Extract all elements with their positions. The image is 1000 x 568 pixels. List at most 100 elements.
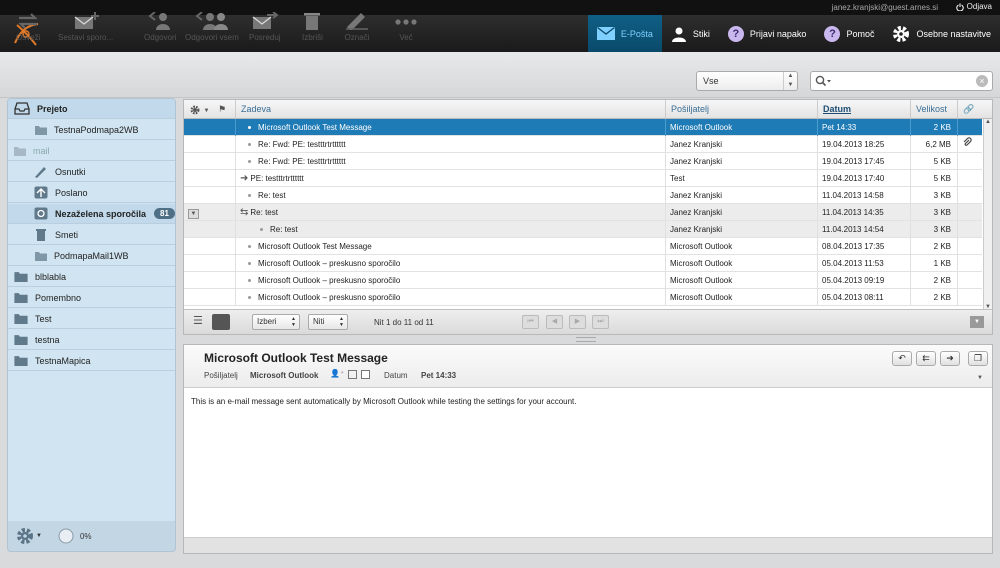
preview-toggle-icon[interactable] — [212, 314, 230, 330]
sidebar-item-testna[interactable]: testna — [8, 330, 175, 350]
search-input[interactable] — [833, 74, 973, 88]
column-from[interactable]: Pošiljatelj — [666, 100, 818, 118]
first-page-button[interactable]: ⏮ — [522, 315, 539, 329]
preview-header: Microsoft Outlook Test Message Pošiljate… — [184, 345, 992, 388]
list-view-icon[interactable]: ☰ — [193, 316, 203, 327]
thread-collapse-icon[interactable]: ▼ — [188, 209, 199, 219]
list-scrollbar[interactable]: ▲ ▼ — [983, 119, 992, 310]
nav-contacts-label: Stiki — [692, 28, 710, 39]
clear-search-icon[interactable]: × — [976, 75, 988, 87]
reply-button[interactable]: ↶ — [892, 351, 912, 366]
refresh-button[interactable]: Osveži — [16, 12, 40, 42]
attachment-icon — [958, 136, 982, 153]
column-date[interactable]: Datum — [818, 100, 911, 118]
row-from: Janez Kranjski — [666, 136, 818, 153]
chevron-up-icon[interactable]: ▲ — [985, 119, 991, 125]
select-arrows-icon: ▲ ▼ — [339, 316, 344, 328]
table-row[interactable]: Microsoft Outlook Test Message Microsoft… — [184, 238, 982, 255]
reply-all-button[interactable]: Odgovori vsem — [185, 12, 239, 42]
table-row[interactable]: Re: Fwd: PE: testttrtrtttttt Janez Kranj… — [184, 136, 982, 153]
filter-select[interactable]: Vse ▲ ▼ — [696, 71, 798, 91]
table-row[interactable]: Re: test Janez Kranjski 11.04.2013 14:54… — [184, 221, 982, 238]
compose-button[interactable]: Sestavi sporo... — [58, 12, 113, 42]
row-size: 3 KB — [911, 204, 958, 221]
nav-help[interactable]: ? Pomoč — [815, 15, 883, 52]
user-email: janez.kranjski@guest.arnes.si — [831, 3, 938, 12]
nav-report-bug[interactable]: ? Prijavi napako — [719, 15, 816, 52]
paperclip-icon: 🔗 — [963, 104, 975, 114]
forward-button[interactable]: Posreduj — [249, 12, 281, 42]
folder-settings-button[interactable]: ▼ — [16, 527, 42, 545]
quota-value: 0% — [79, 531, 92, 541]
prev-page-button[interactable]: ◀ — [546, 315, 563, 329]
sidebar-item-testnamapica[interactable]: TestnaMapica — [8, 351, 175, 371]
sidebar-item-mail[interactable]: mail — [8, 141, 175, 161]
sidebar-item-sent[interactable]: Poslano — [8, 183, 175, 203]
reply-all-button[interactable]: ⇇ — [916, 351, 936, 366]
sidebar-item-drafts[interactable]: Osnutki — [8, 162, 175, 182]
column-subject[interactable]: Zadeva — [236, 100, 666, 118]
table-row[interactable]: Microsoft Outlook – preskusno sporočilo … — [184, 272, 982, 289]
table-row[interactable]: Microsoft Outlook Test Message Microsoft… — [184, 119, 982, 136]
search-icon[interactable] — [815, 75, 831, 87]
contact-info-icon[interactable] — [361, 370, 370, 379]
delete-button[interactable]: Izbriši — [302, 12, 323, 42]
table-row[interactable]: ▼ ⇆ Re: test Janez Kranjski 11.04.2013 14… — [184, 204, 982, 221]
row-size: 5 KB — [911, 153, 958, 170]
sidebar-footer: ▼ 0% — [7, 521, 176, 552]
logout-button[interactable]: Odjava — [955, 2, 992, 11]
sidebar-item-podmapamail1wb[interactable]: PodmapaMail1WB — [8, 246, 175, 266]
row-date: 19.04.2013 17:45 — [818, 153, 911, 170]
contact-card-icon[interactable] — [348, 370, 357, 379]
chevron-down-icon[interactable]: ▼ — [977, 375, 983, 381]
forward-icon — [252, 12, 279, 29]
list-options-header[interactable]: ▼ ⚑ — [184, 100, 236, 118]
forward-button[interactable]: ➜ — [940, 351, 960, 366]
table-row[interactable]: ➜ PE: testttrtrtttttt Test 19.04.2013 17:… — [184, 170, 982, 187]
table-row[interactable]: Microsoft Outlook – preskusno sporočilo … — [184, 255, 982, 272]
sidebar-item-pomembno[interactable]: Pomembno — [8, 288, 175, 308]
select-dropdown[interactable]: Izberi ▲ ▼ — [252, 314, 300, 330]
nav-contacts[interactable]: Stiki — [662, 15, 719, 52]
next-page-button[interactable]: ▶ — [569, 315, 586, 329]
sidebar-item-testnapodmapa2wb[interactable]: TestnaPodmapa2WB — [8, 120, 175, 140]
column-attachment[interactable]: 🔗 — [958, 100, 992, 118]
sidebar-item-test[interactable]: Test — [8, 309, 175, 329]
add-contact-icon[interactable]: 👤⁺ — [330, 369, 344, 378]
trash-icon — [36, 229, 46, 241]
reply-icon — [148, 12, 171, 30]
expand-list-icon[interactable]: ▼ — [970, 316, 984, 328]
replied-forwarded-icon: ⇆ — [240, 207, 249, 218]
row-date: 05.04.2013 08:11 — [818, 289, 911, 306]
chevron-down-icon: ▼ — [36, 533, 42, 539]
table-row[interactable]: Re: Fwd: PE: testttrtrtttttt Janez Kranj… — [184, 153, 982, 170]
inbox-icon — [14, 102, 30, 115]
mark-label: Označi — [344, 33, 370, 42]
sidebar-item-junk[interactable]: Nezaželena sporočila 81 — [8, 204, 175, 224]
nav-settings[interactable]: Osebne nastavitve — [883, 15, 1000, 52]
reply-all-label: Odgovori vsem — [185, 33, 239, 42]
sidebar-item-trash[interactable]: Smeti — [8, 225, 175, 245]
from-value[interactable]: Microsoft Outlook — [250, 371, 318, 380]
more-button[interactable]: Več — [394, 12, 418, 42]
power-icon — [955, 2, 964, 11]
column-size[interactable]: Velikost — [911, 100, 958, 118]
threads-dropdown[interactable]: Niti ▲ ▼ — [308, 314, 348, 330]
last-page-button[interactable]: ⏭ — [592, 315, 609, 329]
mark-button[interactable]: Označi — [344, 12, 370, 42]
sidebar-item-inbox[interactable]: Prejeto — [8, 99, 175, 119]
table-row[interactable]: Re: test Janez Kranjski 11.04.2013 14:58… — [184, 187, 982, 204]
table-row[interactable]: Microsoft Outlook – preskusno sporočilo … — [184, 289, 982, 306]
open-window-button[interactable]: ❐ — [968, 351, 988, 366]
row-subject: Re: test — [258, 191, 286, 200]
nav-email[interactable]: E-Pošta — [587, 15, 662, 52]
pane-splitter[interactable] — [576, 337, 596, 342]
list-footer: ☰ Izberi ▲ ▼ Niti ▲ ▼ Nit 1 do 11 od 11 ⏮ … — [184, 309, 992, 334]
row-subject: Microsoft Outlook Test Message — [258, 242, 372, 251]
reply-button[interactable]: Odgovori — [144, 12, 176, 42]
sidebar-item-label: TestnaPodmapa2WB — [54, 124, 139, 135]
sidebar-item-blblabla[interactable]: blblabla — [8, 267, 175, 287]
folder-icon — [14, 356, 28, 366]
row-date: 11.04.2013 14:58 — [818, 187, 911, 204]
sidebar-item-label: PodmapaMail1WB — [54, 250, 129, 261]
